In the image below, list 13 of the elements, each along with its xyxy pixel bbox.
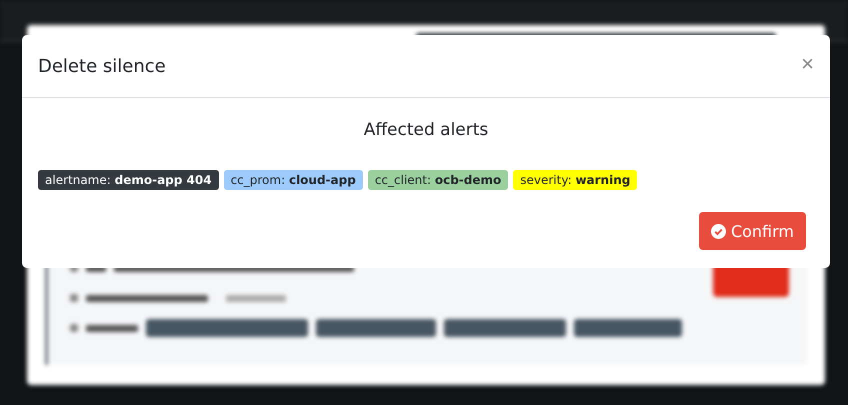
close-button[interactable]: × [801, 51, 814, 81]
blurred-text [226, 294, 286, 302]
confirm-button[interactable]: Confirm [698, 212, 806, 250]
label-tag: cc_client: ocb-demo [368, 170, 508, 190]
blurred-icon [70, 294, 78, 302]
label-tag: severity: warning [513, 170, 638, 190]
section-heading: Affected alerts [362, 120, 490, 140]
blurred-text [86, 324, 138, 332]
label-tag: cc_prom: cloud-app [224, 170, 363, 190]
modal-title: Delete silence [38, 56, 166, 76]
blurred-icon [70, 324, 78, 332]
label-tag: alertname: demo-app 404 [38, 170, 219, 190]
check-circle-icon [710, 224, 726, 238]
